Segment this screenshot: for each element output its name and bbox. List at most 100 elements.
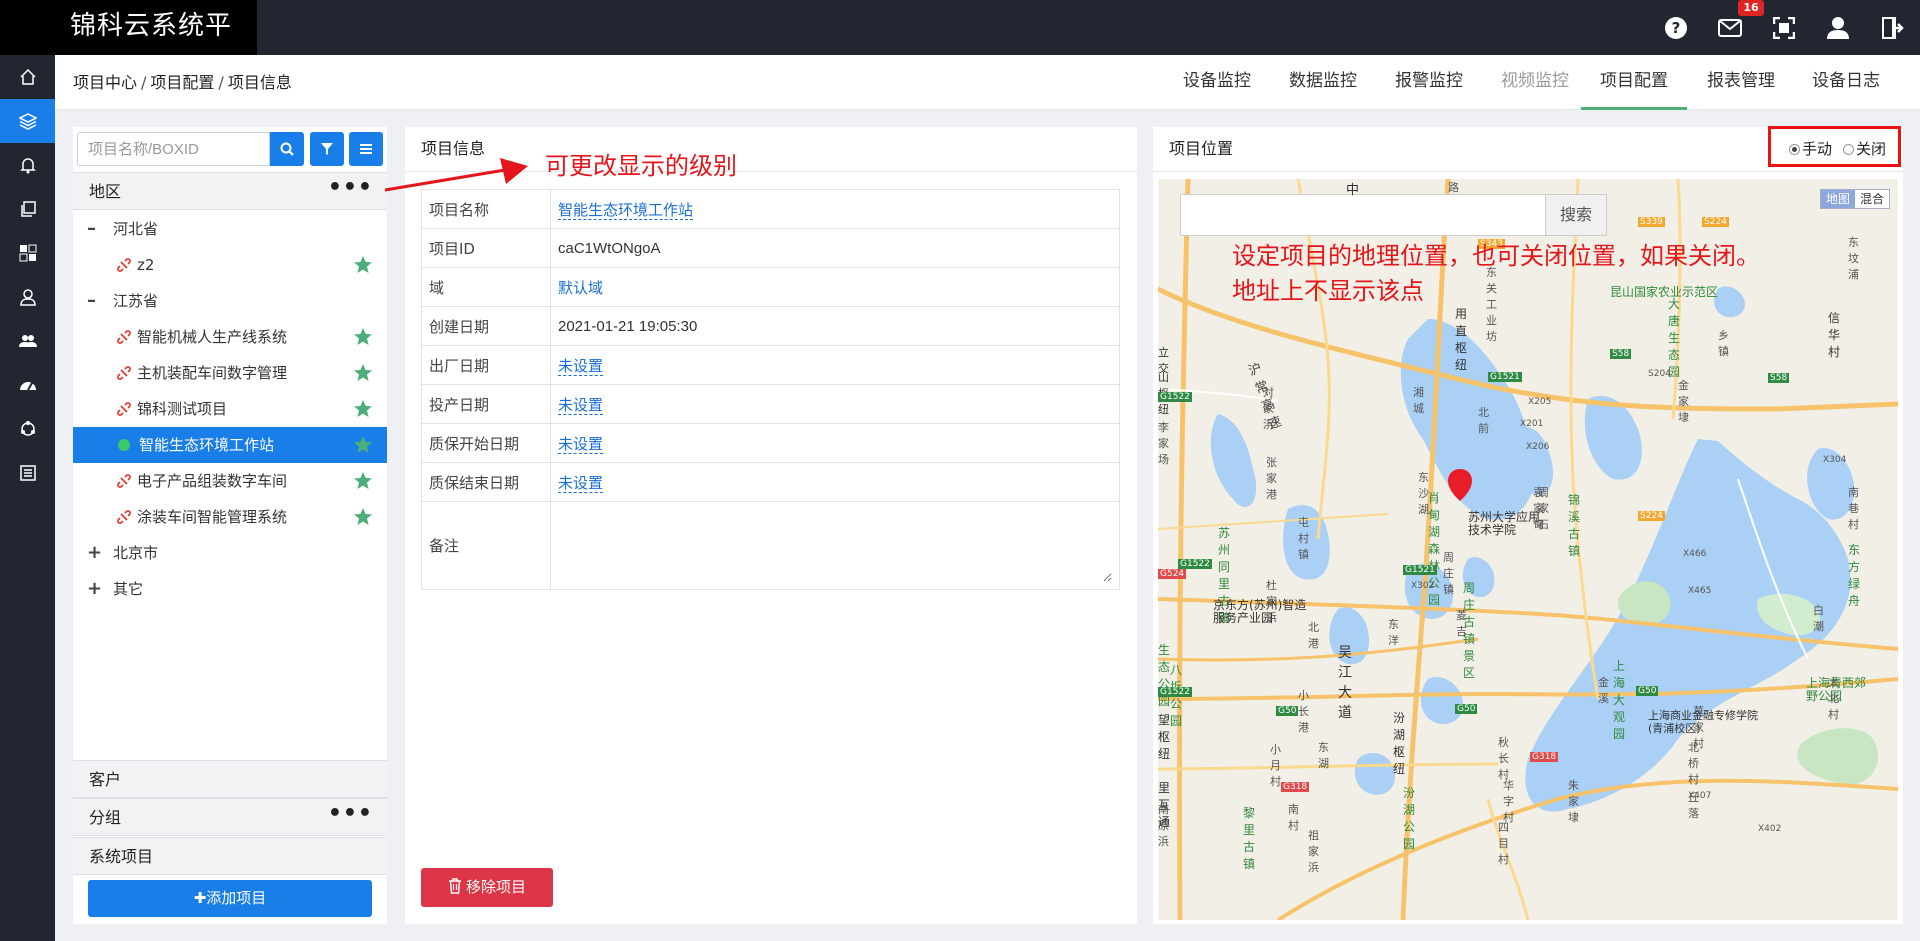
table-row: 备注 — [421, 501, 1120, 590]
tab-alarm-monitor[interactable]: 报警监控 — [1383, 55, 1475, 110]
panel-title: 项目位置 — [1169, 139, 1234, 158]
map-label: 用直枢纽 — [1455, 307, 1468, 372]
breadcrumb-separator: / — [141, 73, 147, 92]
tab-report-management[interactable]: 报表管理 — [1695, 55, 1787, 110]
road-shield: G318 — [1530, 752, 1559, 762]
person-icon[interactable] — [0, 275, 55, 319]
remark-textarea[interactable] — [558, 508, 1112, 582]
cycle-icon[interactable] — [0, 407, 55, 451]
expand-icon[interactable]: + — [87, 535, 102, 571]
help-icon[interactable]: ? — [1661, 13, 1691, 43]
project-name-value[interactable]: 智能生态环境工作站 — [558, 201, 694, 220]
map-search-button[interactable]: 搜索 — [1545, 194, 1607, 236]
group-header-label: 分组 — [89, 808, 122, 827]
created-date-value: 2021-01-21 19:05:30 — [550, 306, 1120, 346]
add-project-button[interactable]: ✚添加项目 — [88, 880, 372, 917]
domain-link[interactable]: 默认域 — [558, 280, 603, 297]
more-icon[interactable]: ••• — [328, 799, 373, 829]
road-shield: X201 — [1520, 419, 1544, 429]
tab-project-config[interactable]: 项目配置 — [1581, 55, 1687, 110]
group-icon[interactable] — [0, 319, 55, 363]
top-bar: 锦科云系统平台 ? 16 — [0, 0, 1920, 93]
tree-node-project-selected[interactable]: 智能生态环境工作站 — [73, 427, 387, 463]
radio-off[interactable]: 关闭 — [1843, 138, 1886, 159]
offline-link-icon — [117, 474, 131, 488]
search-button[interactable] — [270, 132, 304, 166]
road-shield: X466 — [1683, 549, 1707, 559]
tab-device-monitor[interactable]: 设备监控 — [1171, 55, 1263, 110]
collapse-icon[interactable]: – — [87, 283, 101, 319]
fullscreen-icon[interactable] — [1769, 13, 1799, 43]
star-icon[interactable] — [353, 435, 373, 455]
table-row: 域默认域 — [421, 267, 1120, 307]
collapse-icon[interactable]: – — [87, 211, 101, 247]
customer-accordion-header[interactable]: 客户 — [73, 760, 387, 798]
tree-node-label: 电子产品组装数字车间 — [137, 472, 288, 490]
tab-device-log[interactable]: 设备日志 — [1800, 55, 1892, 110]
filter-button[interactable] — [310, 132, 344, 166]
map-search-input[interactable] — [1180, 194, 1565, 236]
map-type-switch[interactable]: 地图 混合 — [1819, 189, 1890, 209]
tree-node-project[interactable]: 主机装配车间数字管理 — [73, 355, 387, 391]
expand-icon[interactable]: + — [87, 571, 102, 607]
gauge-icon[interactable] — [0, 363, 55, 407]
table-row: 出厂日期 未设置 — [421, 345, 1120, 385]
list-icon[interactable] — [0, 451, 55, 495]
tree-node-other[interactable]: + 其它 — [73, 571, 387, 607]
dashboard-icon[interactable] — [0, 231, 55, 275]
star-icon[interactable] — [353, 471, 373, 491]
system-project-header-label: 系统项目 — [89, 847, 154, 866]
warranty-end-value[interactable]: 未设置 — [558, 474, 604, 493]
road-shield: S224 — [1702, 217, 1729, 227]
production-date-value[interactable]: 未设置 — [558, 396, 604, 415]
copy-icon[interactable] — [0, 187, 55, 231]
tab-video-monitor[interactable]: 视频监控 — [1489, 55, 1581, 110]
star-icon[interactable] — [353, 507, 373, 527]
star-icon[interactable] — [353, 255, 373, 275]
tree-node-label: 江苏省 — [113, 292, 159, 310]
mail-icon[interactable] — [1715, 13, 1745, 43]
tree-node-jiangsu[interactable]: – 江苏省 — [73, 283, 387, 319]
tree-node-project[interactable]: z2 — [73, 247, 387, 283]
radio-manual[interactable]: 手动 — [1789, 138, 1832, 159]
radio-checked-icon[interactable] — [1789, 144, 1800, 155]
home-icon[interactable] — [0, 55, 55, 99]
tree-node-beijing[interactable]: + 北京市 — [73, 535, 387, 571]
tree-node-project[interactable]: 锦科测试项目 — [73, 391, 387, 427]
tab-data-monitor[interactable]: 数据监控 — [1277, 55, 1369, 110]
factory-date-value[interactable]: 未设置 — [558, 357, 604, 376]
logout-icon[interactable] — [1877, 13, 1907, 43]
star-icon[interactable] — [353, 327, 373, 347]
breadcrumb-item[interactable]: 项目中心 — [73, 73, 137, 92]
remove-project-button[interactable]: 移除项目 — [421, 868, 553, 907]
project-search-input[interactable] — [77, 132, 270, 166]
more-icon[interactable]: ••• — [328, 173, 373, 203]
menu-button[interactable] — [349, 132, 383, 166]
table-row: 项目ID caC1WtONgoA — [421, 228, 1120, 268]
map-type-hybrid[interactable]: 混合 — [1855, 190, 1889, 208]
trash-icon — [448, 878, 461, 894]
tree-node-project[interactable]: 涂装车间智能管理系统 — [73, 499, 387, 535]
tree-node-project[interactable]: 智能机械人生产线系统 — [73, 319, 387, 355]
project-tree-panel: 地区 ••• – 河北省 z2 – 江苏省 智能机械人生产线系统 主机装配车间数… — [73, 127, 387, 924]
star-icon[interactable] — [353, 399, 373, 419]
breadcrumb-item[interactable]: 项目配置 — [150, 73, 214, 92]
system-project-accordion-header[interactable]: 系统项目 — [73, 837, 387, 875]
offline-link-icon — [117, 330, 131, 344]
warranty-start-value[interactable]: 未设置 — [558, 435, 604, 454]
map-type-map[interactable]: 地图 — [1820, 190, 1855, 208]
offline-link-icon — [117, 258, 131, 272]
group-accordion-header[interactable]: 分组 ••• — [73, 798, 387, 836]
user-icon[interactable] — [1823, 13, 1853, 43]
map-label: 屯村镇 — [1298, 516, 1309, 561]
map-label: 白潮 — [1813, 604, 1824, 633]
region-accordion-header[interactable]: 地区 ••• — [73, 172, 387, 210]
offline-link-icon — [117, 510, 131, 524]
map-label: 菱吉 — [1456, 609, 1467, 638]
tree-node-hebei[interactable]: – 河北省 — [73, 211, 387, 247]
radio-unchecked-icon[interactable] — [1843, 144, 1854, 155]
bell-icon[interactable] — [0, 143, 55, 187]
layers-icon[interactable] — [0, 99, 55, 143]
tree-node-project[interactable]: 电子产品组装数字车间 — [73, 463, 387, 499]
star-icon[interactable] — [353, 363, 373, 383]
